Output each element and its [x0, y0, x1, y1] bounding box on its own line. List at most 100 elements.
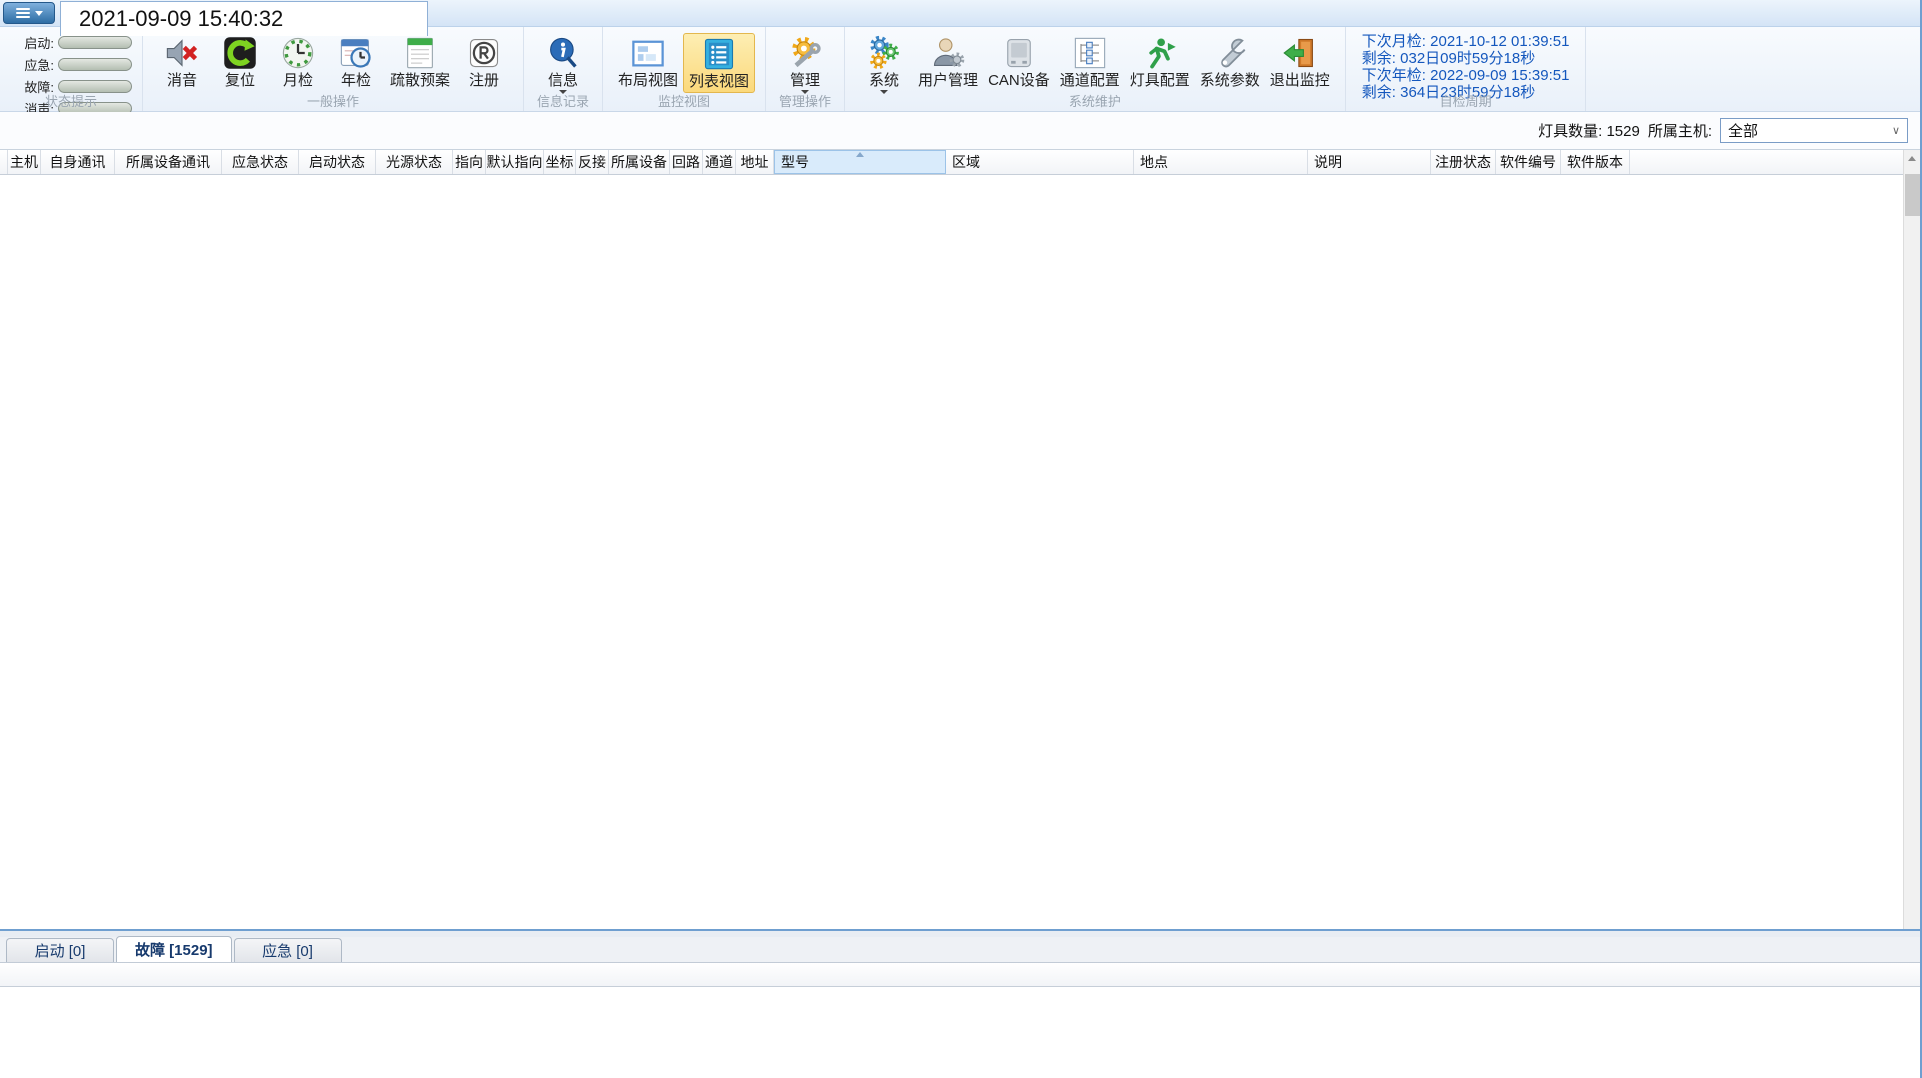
col-header-loop[interactable]: 回路: [670, 150, 703, 174]
list-view-button[interactable]: 列表视图: [683, 33, 756, 93]
info-balloon-icon: [544, 34, 582, 72]
user-management-button[interactable]: 用户管理: [913, 33, 983, 91]
group-label: 状态提示: [44, 94, 97, 109]
running-man-icon: [1141, 34, 1179, 72]
registered-mark-icon: [465, 34, 503, 72]
col-header-location[interactable]: 地点: [1134, 150, 1308, 174]
can-device-button[interactable]: CAN设备: [983, 33, 1055, 91]
yearly-check-button[interactable]: 年检: [327, 33, 385, 91]
register-button[interactable]: 注册: [455, 33, 513, 91]
fault-header-row: [0, 963, 1920, 987]
light-list-table: 主机 自身通讯 所属设备通讯 应急状态 启动状态 光源状态 指向 默认指向 坐标 反接 所属设备 回路…: [0, 150, 1905, 929]
layout-view-icon: [629, 34, 667, 72]
col-header-self-comm[interactable]: 自身通讯: [41, 150, 115, 174]
tree-config-icon: [1071, 34, 1109, 72]
group-info: 信息 信息记录: [524, 27, 604, 111]
group-label: 信息记录: [537, 94, 590, 109]
col-header-register-status[interactable]: 注册状态: [1431, 150, 1496, 174]
event-tabs: 启动 [0] 故障 [1529] 应急 [0]: [0, 936, 1920, 963]
col-header-device[interactable]: 所属设备: [609, 150, 670, 174]
monthly-remaining: 剩余: 032日09时59分18秒: [1361, 50, 1536, 67]
next-yearly-check: 下次年检: 2022-09-09 15:39:51: [1361, 67, 1570, 84]
host-filter-select[interactable]: 全部 ∨: [1720, 118, 1908, 143]
host-filter-label: 所属主机:: [1647, 123, 1712, 140]
col-header-direction[interactable]: 指向: [453, 150, 486, 174]
filter-bar: 灯具数量: 1529 所属主机: 全部 ∨: [0, 112, 1920, 150]
chevron-down-icon: ∨: [1891, 125, 1900, 137]
menu-icon: [15, 8, 30, 18]
exit-door-icon: [1281, 34, 1319, 72]
col-header-reverse[interactable]: 反接: [576, 150, 609, 174]
tab-fault[interactable]: 故障 [1529]: [116, 936, 232, 962]
scrollbar-thumb[interactable]: [1905, 174, 1920, 216]
panel-splitter[interactable]: [0, 929, 1920, 937]
host-filter-value: 全部: [1728, 123, 1759, 140]
col-header-startup-status[interactable]: 启动状态: [299, 150, 376, 174]
group-label: 系统维护: [1068, 94, 1121, 109]
mute-speaker-icon: [163, 34, 201, 72]
plan-document-icon: [401, 34, 439, 72]
status-label-emergency: 应急:: [24, 58, 54, 73]
group-manage: 管理 管理操作: [766, 27, 846, 111]
group-label: 监控视图: [658, 94, 711, 109]
group-label: 自检周期: [1439, 94, 1492, 109]
group-label: 管理操作: [779, 94, 832, 109]
table-header-row: 主机 自身通讯 所属设备通讯 应急状态 启动状态 光源状态 指向 默认指向 坐标 反接 所属设备 回路…: [0, 150, 1905, 175]
col-header-area[interactable]: 区域: [946, 150, 1134, 174]
col-header-gutter: [0, 150, 8, 174]
group-status: 启动: 应急: 故障: 消声: 状态提示: [0, 27, 143, 117]
list-view-icon: [700, 35, 738, 73]
reset-icon: [221, 34, 259, 72]
system-time: 2021-09-09 15:40:32: [60, 1, 428, 36]
group-label: 一般操作: [307, 94, 360, 109]
app-window: 2021-09-09 15:40:32 启动: 应急: 故障: 消声: 状态提示…: [0, 0, 1922, 1078]
light-count-label: 灯具数量: 1529: [1538, 123, 1640, 140]
system-params-button[interactable]: 系统参数: [1195, 33, 1265, 91]
exit-monitor-button[interactable]: 退出监控: [1265, 33, 1335, 91]
col-header-host[interactable]: 主机: [8, 150, 41, 174]
col-header-channel[interactable]: 通道: [703, 150, 736, 174]
evacuation-plan-button[interactable]: 疏散预案: [385, 33, 455, 91]
col-header-software-version[interactable]: 软件版本: [1561, 150, 1630, 174]
group-self-check-cycle: 下次月检: 2021-10-12 01:39:51 剩余: 032日09时59分…: [1346, 27, 1587, 111]
ribbon-toolbar: 启动: 应急: 故障: 消声: 状态提示 消音 复位 月检 年检 疏散预案 注册…: [0, 27, 1920, 117]
col-header-emergency-status[interactable]: 应急状态: [222, 150, 299, 174]
scroll-up-button[interactable]: [1904, 150, 1920, 167]
mute-button[interactable]: 消音: [153, 33, 211, 91]
app-menu-button[interactable]: [3, 2, 55, 24]
device-icon: [1000, 34, 1038, 72]
group-maintain: 系统 用户管理 CAN设备 通道配置 灯具配置 系统参数 退出监控 系统维护: [845, 27, 1346, 111]
vertical-scrollbar[interactable]: [1903, 150, 1920, 929]
col-header-coordinate[interactable]: 坐标: [544, 150, 576, 174]
manage-button[interactable]: 管理: [776, 33, 834, 96]
title-bar: 2021-09-09 15:40:32: [0, 0, 1920, 36]
reset-button[interactable]: 复位: [211, 33, 269, 91]
col-header-note[interactable]: 说明: [1308, 150, 1431, 174]
gear-wrench-icon: [786, 34, 824, 72]
layout-view-button[interactable]: 布局视图: [613, 33, 683, 91]
system-button[interactable]: 系统: [855, 33, 913, 96]
status-label-start: 启动:: [24, 36, 54, 51]
clock-icon: [279, 34, 317, 72]
info-button[interactable]: 信息: [534, 33, 592, 96]
gears-icon: [865, 34, 903, 72]
col-header-address[interactable]: 地址: [736, 150, 774, 174]
calendar-clock-icon: [337, 34, 375, 72]
light-config-button[interactable]: 灯具配置: [1125, 33, 1195, 91]
fault-table: [0, 963, 1920, 1078]
next-monthly-check: 下次月检: 2021-10-12 01:39:51: [1361, 33, 1570, 50]
col-header-software-code[interactable]: 软件编号: [1496, 150, 1561, 174]
col-header-default-direction[interactable]: 默认指向: [486, 150, 544, 174]
wrench-icon: [1211, 34, 1249, 72]
group-view: 布局视图 列表视图 监控视图: [603, 27, 767, 111]
start-indicator: [58, 36, 132, 49]
monthly-check-button[interactable]: 月检: [269, 33, 327, 91]
col-header-device-comm[interactable]: 所属设备通讯: [115, 150, 222, 174]
tab-emergency[interactable]: 应急 [0]: [233, 938, 342, 962]
col-header-model[interactable]: 型号: [774, 150, 946, 174]
chevron-down-icon: [34, 10, 43, 16]
col-header-light-source-status[interactable]: 光源状态: [376, 150, 453, 174]
tab-startup[interactable]: 启动 [0]: [6, 938, 114, 962]
col-header-filler: [1630, 150, 1905, 174]
channel-config-button[interactable]: 通道配置: [1055, 33, 1125, 91]
